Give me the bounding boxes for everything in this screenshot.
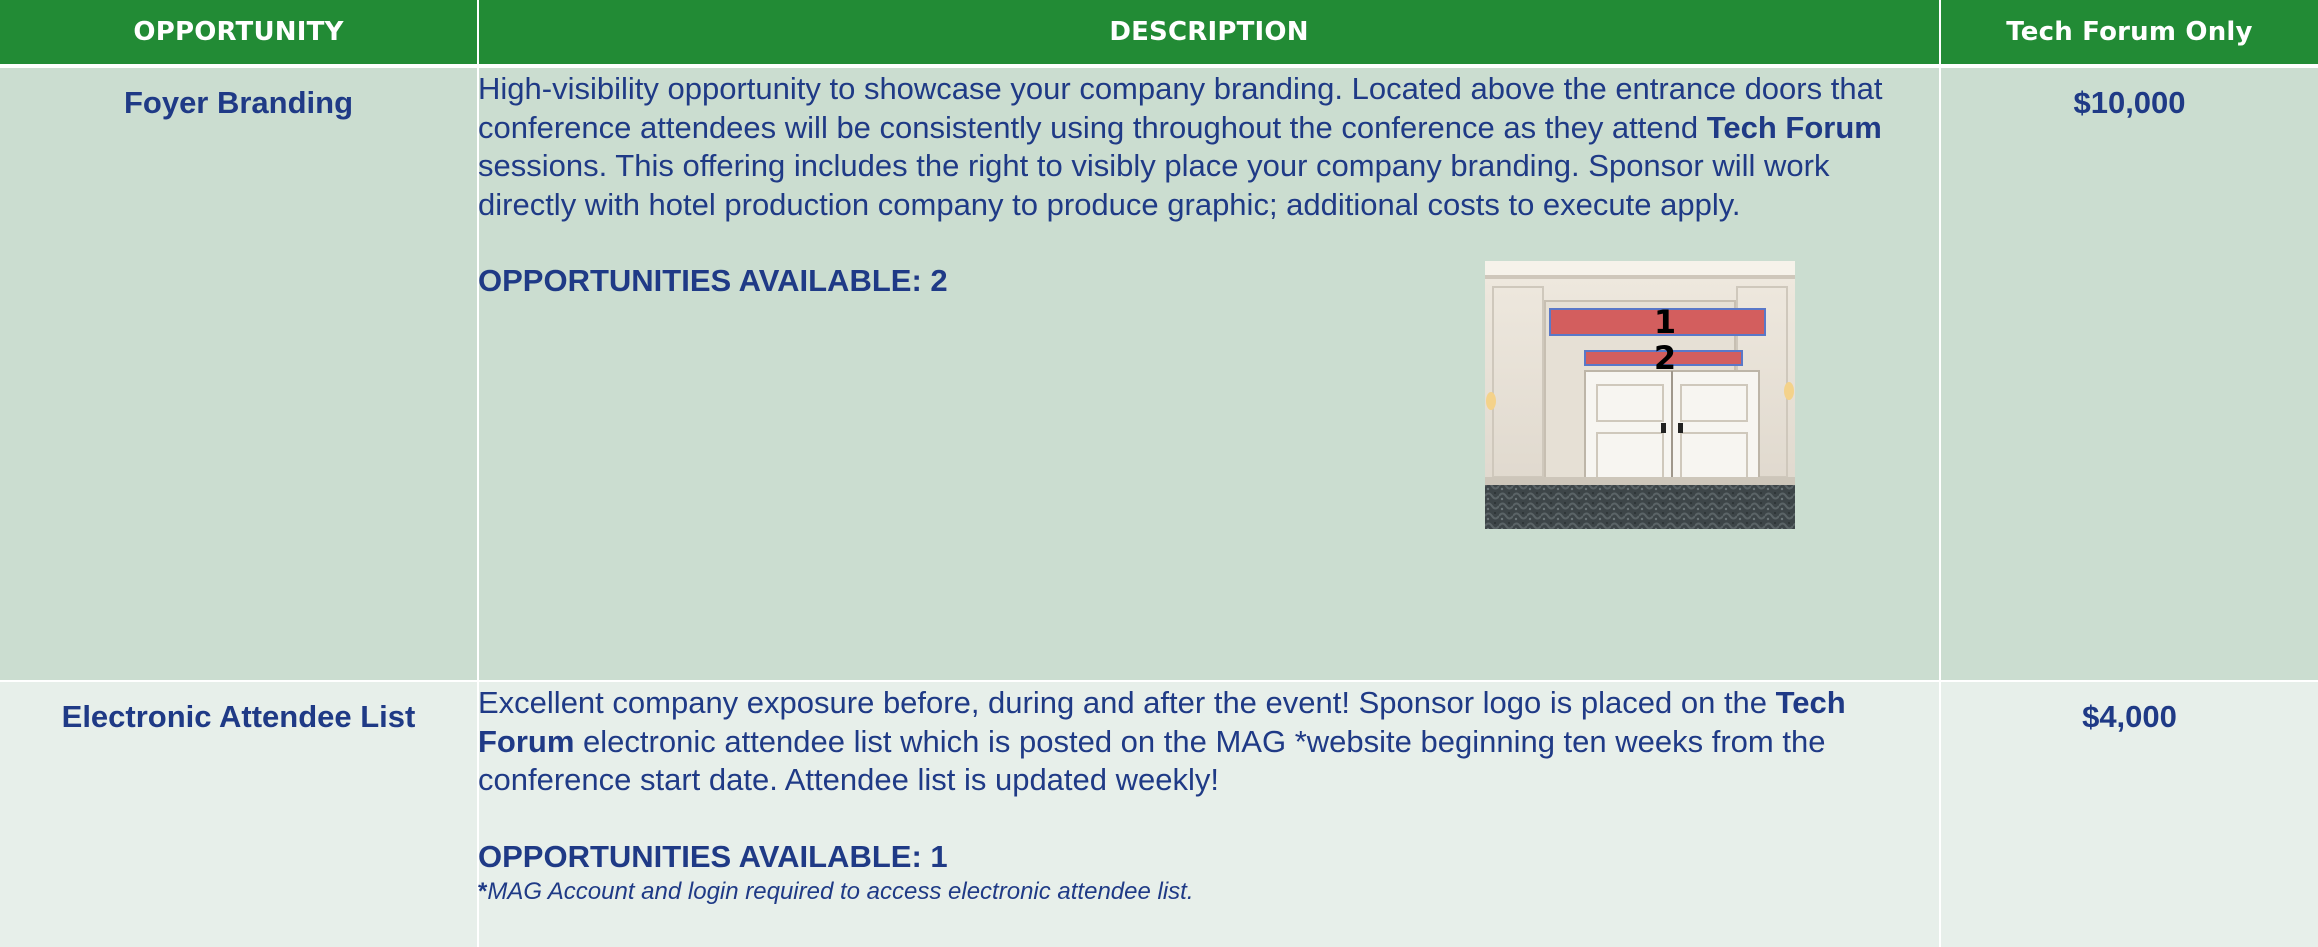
footnote-mark: * [478, 877, 488, 905]
opportunities-available: OPPORTUNITIES AVAILABLE: 1 [478, 838, 948, 874]
opportunity-name: Foyer Branding [123, 85, 354, 120]
table-header-row: OPPORTUNITY DESCRIPTION Tech Forum Only [0, 0, 2318, 68]
description-part-2: electronic attendee list which is posted… [478, 723, 1826, 798]
description-part-1: High-visibility opportunity to showcase … [478, 71, 1883, 145]
opportunity-cell: Electronic Attendee List [0, 681, 479, 947]
description-block: Excellent company exposure before, durin… [478, 682, 1939, 908]
price-cell: $10,000 [1940, 66, 2318, 682]
table-row: Electronic Attendee List Excellent compa… [0, 681, 2318, 947]
header-opportunity: OPPORTUNITY [0, 0, 479, 68]
opportunity-cell: Foyer Branding [0, 66, 479, 682]
description-part-2: sessions. This offering includes the rig… [478, 148, 1830, 222]
description-part-1: Excellent company exposure before, durin… [478, 685, 1776, 720]
description-cell: Excellent company exposure before, durin… [478, 681, 1941, 947]
opportunity-name: Electronic Attendee List [61, 699, 416, 734]
foyer-door-photo: 1 2 [1485, 261, 1795, 529]
header-price: Tech Forum Only [1940, 0, 2318, 68]
description-block: High-visibility opportunity to showcase … [478, 68, 1939, 529]
banner-label-1: 1 [1654, 303, 1676, 341]
price-cell: $4,000 [1940, 681, 2318, 947]
sponsorship-table-page: OPPORTUNITY DESCRIPTION Tech Forum Only … [0, 0, 2318, 947]
foyer-door-illustration: 1 2 [1485, 261, 1795, 529]
price-value: $4,000 [2082, 699, 2177, 734]
description-text: High-visibility opportunity to showcase … [478, 70, 1935, 224]
table-row: Foyer Branding High-visibility opportuni… [0, 66, 2318, 682]
footnote: *MAG Account and login required to acces… [478, 876, 1935, 908]
description-cell: High-visibility opportunity to showcase … [478, 66, 1941, 682]
sponsorship-table: OPPORTUNITY DESCRIPTION Tech Forum Only … [0, 0, 2318, 947]
header-description: DESCRIPTION [478, 0, 1941, 68]
footnote-text: MAG Account and login required to access… [487, 877, 1194, 905]
description-bold: Tech Forum [1706, 109, 1882, 145]
description-text: Excellent company exposure before, durin… [478, 684, 1935, 800]
banner-label-2: 2 [1654, 339, 1676, 377]
price-value: $10,000 [2073, 85, 2186, 120]
